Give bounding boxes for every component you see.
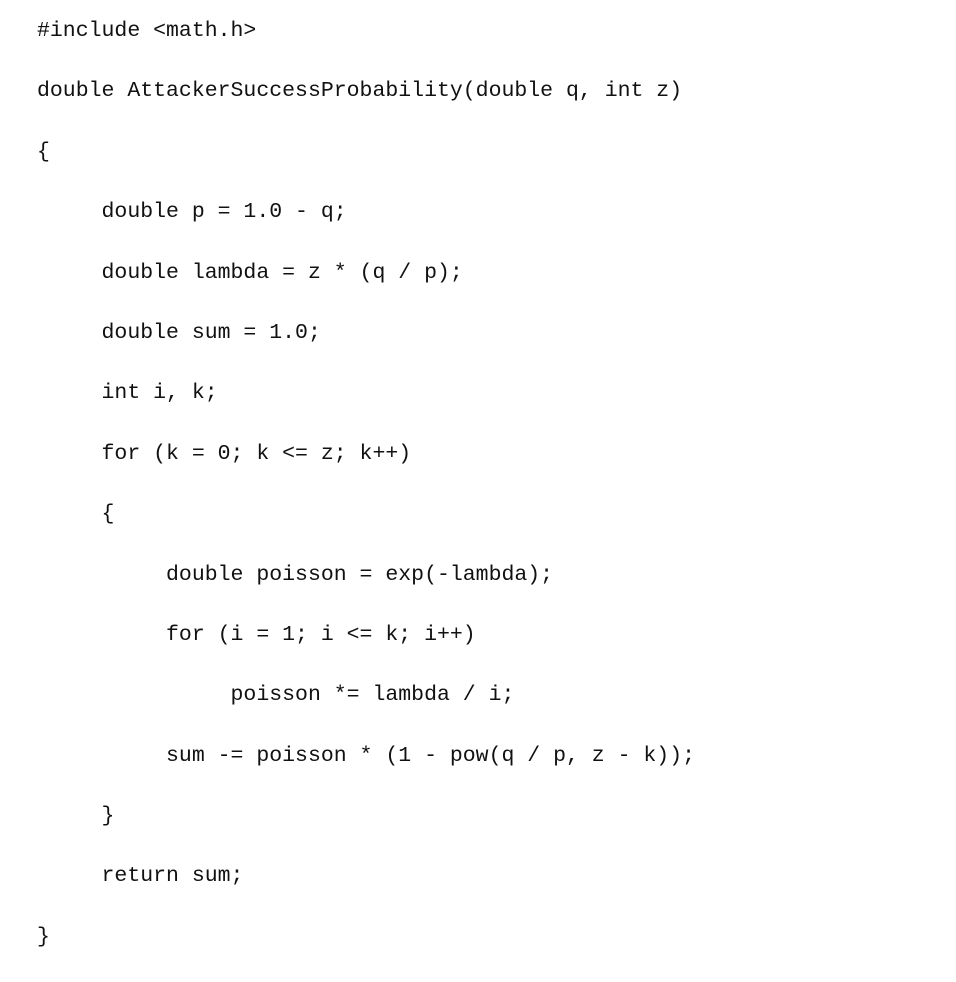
page: { "code": { "language": "c", "lines": [ … (0, 0, 956, 949)
code-line-outer-for-open-brace: { (37, 502, 115, 527)
code-line-function-signature: double AttackerSuccessProbability(double… (37, 79, 683, 104)
code-line-function-open-brace: { (37, 139, 50, 164)
code-line-inner-for: for (i = 1; i <= k; i++) (37, 622, 476, 647)
code-line-poisson-update: poisson *= lambda / i; (37, 683, 515, 708)
code-line-function-close-brace: } (37, 924, 50, 949)
code-line-declare-sum: double sum = 1.0; (37, 320, 321, 345)
code-line-outer-for-close-brace: } (37, 804, 115, 829)
code-block: #include <math.h> double AttackerSuccess… (37, 16, 695, 982)
code-line-outer-for: for (k = 0; k <= z; k++) (37, 441, 412, 466)
code-line-include: #include <math.h> (37, 19, 257, 43)
code-line-declare-lambda: double lambda = z * (q / p); (37, 260, 463, 285)
code-line-sum-update: sum -= poisson * (1 - pow(q / p, z - k))… (37, 743, 696, 768)
code-line-declare-i-k: int i, k; (37, 381, 218, 406)
code-line-return: return sum; (37, 864, 244, 889)
code-line-declare-poisson: double poisson = exp(-lambda); (37, 562, 554, 587)
code-line-declare-p: double p = 1.0 - q; (37, 200, 347, 225)
